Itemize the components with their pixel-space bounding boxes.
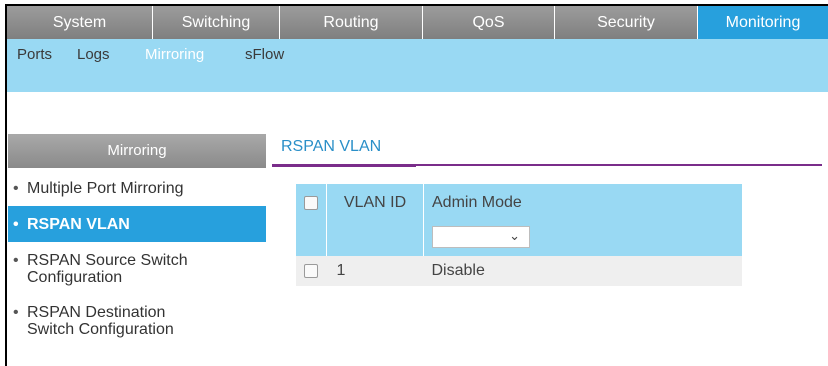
filter-empty-cell bbox=[296, 222, 327, 256]
sidebar-header: Mirroring bbox=[8, 134, 266, 168]
nav-tab-qos[interactable]: QoS bbox=[423, 6, 555, 39]
select-all-checkbox[interactable] bbox=[304, 195, 318, 210]
filter-admin-mode-cell: ⌄ bbox=[423, 222, 742, 256]
nav-tab-monitoring[interactable]: Monitoring bbox=[698, 6, 828, 39]
sidebar-item-label: RSPAN Destination Switch Configuration bbox=[27, 304, 174, 338]
sidebar-menu: Mirroring • Multiple Port Mirroring • RS… bbox=[8, 134, 266, 360]
sub-navigation: Ports Logs Mirroring sFlow bbox=[7, 39, 828, 92]
sidebar-item-label: RSPAN Source Switch Configuration bbox=[27, 252, 188, 286]
sidebar-item-rspan-destination-switch-configuration[interactable]: • RSPAN Destination Switch Configuration bbox=[8, 300, 208, 360]
sidebar-item-rspan-source-switch-configuration[interactable]: • RSPAN Source Switch Configuration bbox=[8, 242, 238, 300]
filter-vlan-id-cell bbox=[326, 222, 424, 256]
sidebar-item-label: RSPAN VLAN bbox=[27, 216, 130, 233]
subnav-ports[interactable]: Ports bbox=[17, 46, 52, 63]
table-header-row: VLAN ID Admin Mode bbox=[296, 184, 742, 222]
bullet-icon: • bbox=[13, 304, 19, 321]
content-tab-rspan-vlan[interactable]: RSPAN VLAN bbox=[281, 138, 381, 156]
nav-tab-security[interactable]: Security bbox=[555, 6, 698, 39]
sidebar-item-rspan-vlan[interactable]: • RSPAN VLAN bbox=[8, 206, 266, 242]
subnav-mirroring[interactable]: Mirroring bbox=[145, 46, 204, 63]
chevron-down-icon: ⌄ bbox=[509, 227, 520, 243]
active-tab-underline bbox=[272, 164, 416, 167]
sidebar-item-multiple-port-mirroring[interactable]: • Multiple Port Mirroring bbox=[8, 168, 266, 202]
header-checkbox-cell bbox=[296, 184, 327, 222]
cell-admin-mode: Disable bbox=[423, 256, 742, 286]
column-header-vlan-id[interactable]: VLAN ID bbox=[326, 184, 424, 222]
row-checkbox-cell bbox=[296, 256, 327, 286]
table-filter-row: ⌄ bbox=[296, 222, 742, 256]
bullet-icon: • bbox=[13, 180, 19, 197]
row-checkbox[interactable] bbox=[304, 263, 319, 278]
subnav-logs[interactable]: Logs bbox=[77, 46, 110, 63]
nav-tab-system[interactable]: System bbox=[7, 6, 153, 39]
cell-vlan-id: 1 bbox=[326, 256, 424, 286]
bullet-icon: • bbox=[13, 216, 19, 233]
admin-mode-select[interactable]: ⌄ bbox=[432, 225, 530, 248]
table-row[interactable]: 1 Disable bbox=[296, 256, 742, 286]
nav-tab-routing[interactable]: Routing bbox=[280, 6, 423, 39]
nav-tab-switching[interactable]: Switching bbox=[153, 6, 280, 39]
sidebar-item-label: Multiple Port Mirroring bbox=[27, 180, 184, 197]
bullet-icon: • bbox=[13, 252, 19, 269]
top-navigation: System Switching Routing QoS Security Mo… bbox=[7, 6, 828, 39]
subnav-sflow[interactable]: sFlow bbox=[245, 46, 284, 63]
rspan-vlan-table: VLAN ID Admin Mode ⌄ 1 Disable bbox=[296, 184, 742, 286]
column-header-admin-mode[interactable]: Admin Mode bbox=[423, 184, 742, 222]
